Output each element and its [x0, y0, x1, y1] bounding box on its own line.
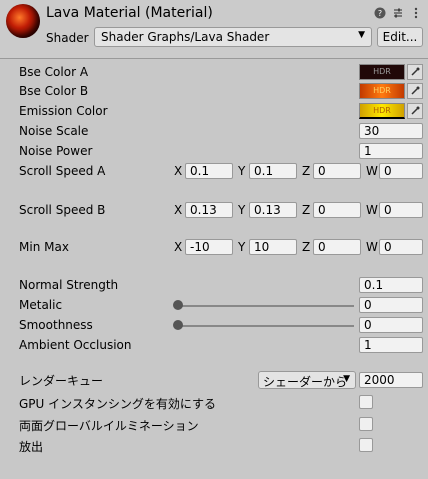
property-label: Ambient Occlusion [19, 338, 132, 352]
axis-label-w: W [366, 240, 378, 254]
scroll-speed-b-y-field[interactable]: 0.13 [249, 202, 297, 218]
property-label: 両面グローバルイルミネーション [19, 419, 199, 433]
property-row-metalic: Metalic 0 [0, 297, 428, 315]
axis-label-y: Y [238, 164, 246, 178]
scroll-speed-a-w-field[interactable]: 0 [379, 163, 423, 179]
render-queue-dropdown-value: シェーダーから [263, 375, 348, 389]
axis-label-y: Y [238, 240, 246, 254]
axis-label-z: Z [302, 203, 311, 217]
axis-label-z: Z [302, 164, 311, 178]
color-swatch-emission-color[interactable]: HDR [359, 103, 405, 119]
more-menu-icon[interactable] [410, 6, 422, 20]
property-row-render-queue: レンダーキュー シェーダーから ▼ 2000 [0, 371, 428, 389]
property-row-emission-color: Emission Color HDR [0, 103, 428, 121]
axis-label-w: W [366, 164, 378, 178]
shader-label: Shader [46, 31, 89, 45]
property-row-scroll-speed-a: Scroll Speed A X 0.1 Y 0.1 Z 0 W 0 [0, 163, 428, 181]
property-label: Noise Power [19, 144, 93, 158]
scroll-speed-a-y-field[interactable]: 0.1 [249, 163, 297, 179]
property-row-smoothness: Smoothness 0 [0, 317, 428, 335]
property-row-emission: 放出 [0, 437, 428, 455]
property-row-noise-scale: Noise Scale 30 [0, 123, 428, 141]
property-row-double-sided-gi: 両面グローバルイルミネーション [0, 416, 428, 434]
min-max-w-field[interactable]: 0 [379, 239, 423, 255]
render-queue-dropdown[interactable]: シェーダーから ▼ [258, 371, 356, 389]
scroll-speed-a-z-field[interactable]: 0 [313, 163, 361, 179]
axis-label-z: Z [302, 240, 311, 254]
property-row-ambient-occlusion: Ambient Occlusion 1 [0, 337, 428, 355]
eyedropper-icon[interactable] [407, 83, 423, 99]
shader-dropdown[interactable]: Shader Graphs/Lava Shader ▼ [94, 27, 372, 47]
header-icons: ? [374, 6, 422, 20]
property-label: Smoothness [19, 318, 93, 332]
eyedropper-icon[interactable] [407, 103, 423, 119]
property-label: Scroll Speed B [19, 203, 106, 217]
ambient-occlusion-field[interactable]: 1 [359, 337, 423, 353]
property-label: レンダーキュー [19, 374, 104, 388]
dropdown-arrow-icon: ▼ [343, 374, 350, 384]
noise-power-field[interactable]: 1 [359, 143, 423, 159]
min-max-z-field[interactable]: 0 [313, 239, 361, 255]
property-label: Bse Color B [19, 84, 89, 98]
inspector-header: Lava Material (Material) ? Shader Shader… [0, 0, 428, 59]
min-max-x-field[interactable]: -10 [185, 239, 233, 255]
svg-text:?: ? [378, 9, 382, 18]
property-label: GPU インスタンシングを有効にする [19, 397, 217, 411]
material-thumbnail-icon [6, 4, 40, 38]
property-label: 放出 [19, 440, 44, 454]
property-label: Noise Scale [19, 124, 89, 138]
noise-scale-field[interactable]: 30 [359, 123, 423, 139]
axis-label-x: X [174, 164, 183, 178]
edit-shader-button[interactable]: Edit... [377, 27, 423, 47]
double-sided-gi-checkbox[interactable] [359, 417, 373, 431]
property-label: Emission Color [19, 104, 108, 118]
scroll-speed-a-x-field[interactable]: 0.1 [185, 163, 233, 179]
property-row-noise-power: Noise Power 1 [0, 143, 428, 161]
scroll-speed-b-x-field[interactable]: 0.13 [185, 202, 233, 218]
smoothness-slider-track[interactable] [178, 325, 354, 327]
gpu-instancing-checkbox[interactable] [359, 395, 373, 409]
shader-dropdown-value: Shader Graphs/Lava Shader [101, 30, 270, 44]
property-label: Normal Strength [19, 278, 119, 292]
eyedropper-icon[interactable] [407, 64, 423, 80]
preset-icon[interactable] [392, 6, 404, 20]
smoothness-slider-handle[interactable] [173, 320, 183, 330]
min-max-y-field[interactable]: 10 [249, 239, 297, 255]
property-label: Bse Color A [19, 65, 89, 79]
normal-strength-field[interactable]: 0.1 [359, 277, 423, 293]
render-queue-field[interactable]: 2000 [359, 372, 423, 388]
property-row-scroll-speed-b: Scroll Speed B X 0.13 Y 0.13 Z 0 W 0 [0, 202, 428, 220]
property-label: Metalic [19, 298, 63, 312]
axis-label-x: X [174, 203, 183, 217]
property-label: Min Max [19, 240, 69, 254]
smoothness-field[interactable]: 0 [359, 317, 423, 333]
property-row-base-color-b: Bse Color B HDR [0, 83, 428, 101]
axis-label-y: Y [238, 203, 246, 217]
color-swatch-base-color-b[interactable]: HDR [359, 83, 405, 99]
material-title: Lava Material (Material) [46, 5, 213, 21]
property-row-normal-strength: Normal Strength 0.1 [0, 277, 428, 295]
property-row-base-color-a: Bse Color A HDR [0, 64, 428, 82]
emission-checkbox[interactable] [359, 438, 373, 452]
property-row-gpu-instancing: GPU インスタンシングを有効にする [0, 394, 428, 412]
metalic-field[interactable]: 0 [359, 297, 423, 313]
axis-label-w: W [366, 203, 378, 217]
help-icon[interactable]: ? [374, 6, 386, 20]
dropdown-arrow-icon: ▼ [358, 30, 365, 40]
color-swatch-base-color-a[interactable]: HDR [359, 64, 405, 80]
axis-label-x: X [174, 240, 183, 254]
metalic-slider-track[interactable] [178, 305, 354, 307]
metalic-slider-handle[interactable] [173, 300, 183, 310]
property-row-min-max: Min Max X -10 Y 10 Z 0 W 0 [0, 239, 428, 257]
property-label: Scroll Speed A [19, 164, 106, 178]
scroll-speed-b-w-field[interactable]: 0 [379, 202, 423, 218]
scroll-speed-b-z-field[interactable]: 0 [313, 202, 361, 218]
